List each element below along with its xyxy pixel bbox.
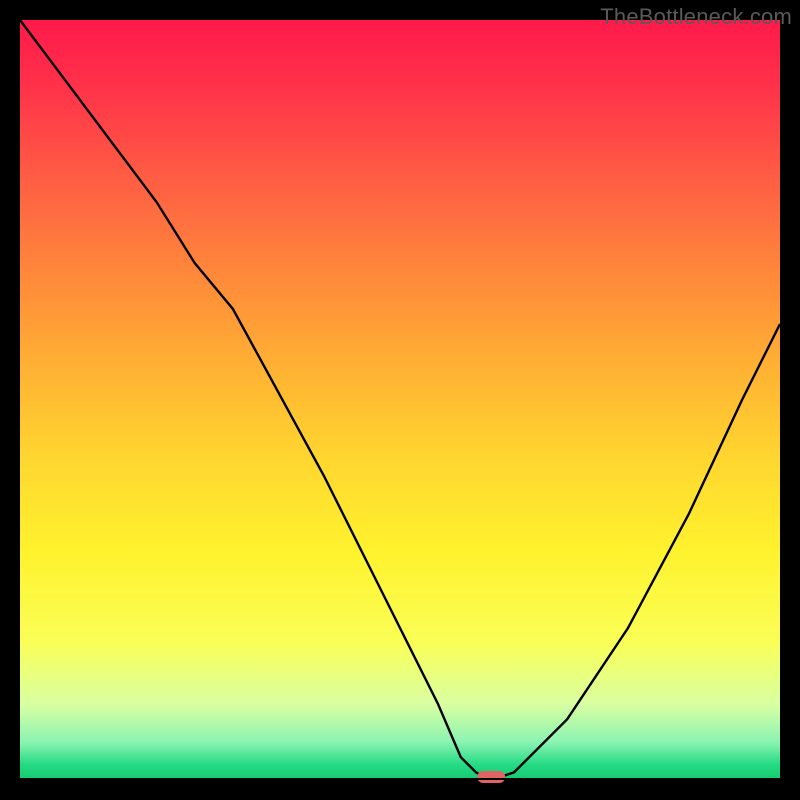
curve-layer: [20, 20, 780, 780]
watermark-text: TheBottleneck.com: [600, 4, 792, 30]
optimal-marker: [477, 771, 505, 783]
plot-area: [20, 20, 780, 780]
bottleneck-curve: [20, 20, 780, 780]
chart-frame: TheBottleneck.com: [0, 0, 800, 800]
